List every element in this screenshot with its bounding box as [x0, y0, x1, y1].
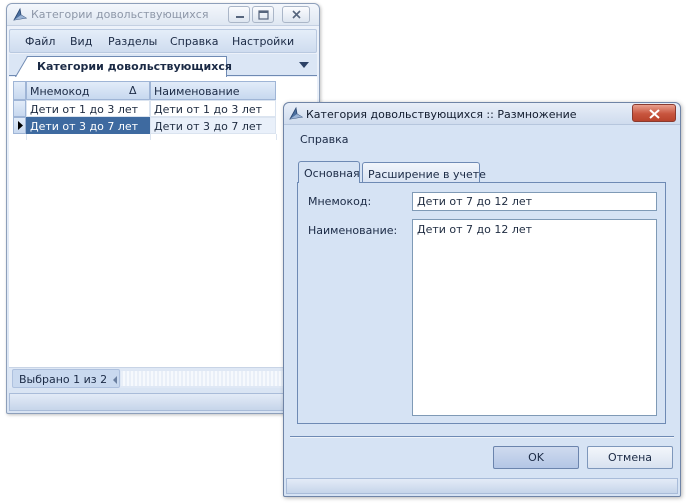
dialog-separator — [290, 436, 674, 438]
minimize-icon — [236, 16, 244, 18]
close-icon — [649, 109, 660, 119]
status-arrow-left-icon — [113, 376, 117, 384]
tab-main-label: Основная — [304, 167, 360, 180]
document-tab-label: Категории довольствующихся — [37, 60, 232, 73]
minimize-button[interactable] — [228, 6, 250, 23]
main-window: Категории довольствующихся Файл Вид Разд… — [6, 3, 320, 414]
dialog-title: Категория довольствующихся :: Размножени… — [306, 108, 577, 121]
grid-cell-mnemocode-selected[interactable]: Дети от 3 до 7 лет — [26, 117, 150, 134]
grid-cell-mnemocode[interactable]: Дети от 1 до 3 лет — [26, 100, 150, 117]
mnemocode-input[interactable] — [412, 192, 657, 211]
dialog-app-icon — [289, 106, 304, 120]
cell-text: Дети от 3 до 7 лет — [154, 120, 263, 133]
grid-line — [150, 134, 151, 140]
menu-file[interactable]: Файл — [25, 35, 55, 48]
menu-view[interactable]: Вид — [70, 35, 92, 48]
menu-settings[interactable]: Настройки — [232, 35, 294, 48]
selection-status-text: Выбрано 1 из 2 — [19, 373, 108, 386]
tab-list-dropdown-icon[interactable] — [299, 62, 309, 68]
column-header-name-label: Наименование — [154, 85, 240, 98]
dialog-close-button[interactable] — [632, 104, 676, 122]
cell-text: Дети от 1 до 3 лет — [154, 103, 263, 116]
column-header-name[interactable]: Наименование — [150, 81, 276, 100]
grid-cell-name[interactable]: Дети от 1 до 3 лет — [150, 100, 276, 117]
app-icon — [13, 7, 28, 21]
tab-panel-main: Мнемокод: Наименование: Дети от 7 до 12 … — [297, 182, 666, 424]
maximize-icon — [258, 10, 269, 20]
cell-text: Дети от 3 до 7 лет — [30, 120, 139, 133]
maximize-button[interactable] — [252, 6, 274, 23]
menu-sections[interactable]: Разделы — [108, 35, 157, 48]
dialog-menubar: Справка — [288, 129, 676, 151]
row-indicator[interactable] — [13, 100, 26, 117]
name-label: Наименование: — [308, 224, 398, 237]
name-textarea[interactable]: Дети от 7 до 12 лет — [412, 219, 657, 416]
menu-help[interactable]: Справка — [170, 35, 218, 48]
grid-line — [26, 134, 27, 140]
cancel-button[interactable]: Отмена — [587, 446, 673, 469]
row-indicator-current[interactable] — [13, 117, 26, 134]
grid-line — [276, 134, 277, 140]
mnemocode-label: Мнемокод: — [308, 195, 372, 208]
dialog-title-bar[interactable]: Категория довольствующихся :: Размножени… — [284, 103, 680, 125]
tab-main[interactable]: Основная — [298, 161, 360, 183]
main-title-bar[interactable]: Категории довольствующихся — [7, 4, 319, 26]
ok-button[interactable]: OK — [493, 446, 579, 469]
cell-text: Дети от 1 до 3 лет — [30, 103, 139, 116]
main-menubar: Файл Вид Разделы Справка Настройки — [9, 29, 317, 53]
main-close-button[interactable] — [282, 6, 310, 23]
grid-cell-name-selected[interactable]: Дети от 3 до 7 лет — [150, 117, 276, 134]
categories-grid: Мнемокод Δ Наименование Дети от 1 до 3 л… — [9, 77, 317, 370]
selection-status: Выбрано 1 из 2 — [12, 369, 120, 388]
tab-accounting-extension-label: Расширение в учете — [368, 168, 486, 181]
dialog-bottom-bar — [286, 478, 678, 494]
main-window-bottom-bar — [9, 393, 317, 411]
dialog-window: Категория довольствующихся :: Размножени… — [283, 102, 681, 497]
grid-corner-header[interactable] — [13, 81, 26, 100]
current-row-arrow-icon — [18, 121, 23, 130]
document-tab-strip: Категории довольствующихся — [9, 54, 317, 77]
column-header-mnemocode-label: Мнемокод — [30, 85, 90, 98]
sort-ascending-icon: Δ — [129, 84, 137, 97]
column-header-mnemocode[interactable]: Мнемокод Δ — [26, 81, 150, 100]
tab-slant-edge — [15, 56, 28, 77]
main-status-bar: Выбрано 1 из 2 — [9, 367, 319, 388]
dialog-menu-help[interactable]: Справка — [300, 133, 348, 146]
tab-accounting-extension[interactable]: Расширение в учете — [362, 162, 486, 183]
close-icon — [292, 10, 301, 19]
main-window-title: Категории довольствующихся — [31, 8, 209, 21]
